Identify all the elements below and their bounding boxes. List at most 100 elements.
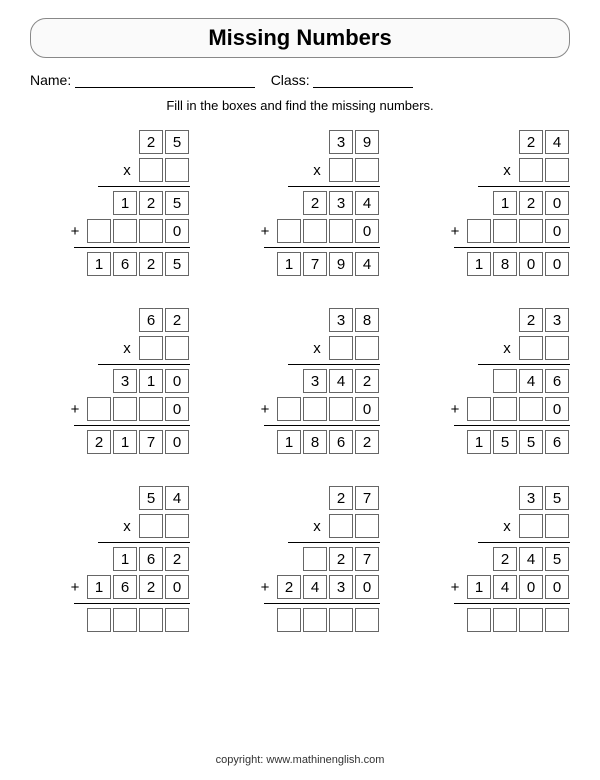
digit-cell[interactable] <box>165 608 189 632</box>
class-label: Class: <box>271 72 310 88</box>
page-title: Missing Numbers <box>30 18 570 58</box>
digit-cell[interactable] <box>113 397 137 421</box>
digit-cell[interactable] <box>303 547 327 571</box>
digit-cell[interactable] <box>355 158 379 182</box>
digit-cell[interactable] <box>165 514 189 538</box>
digit-cell[interactable] <box>329 397 353 421</box>
times-op: x <box>499 340 515 357</box>
digit-cell: 4 <box>303 575 327 599</box>
digit-cell: 6 <box>545 430 569 454</box>
digit-cell[interactable] <box>329 514 353 538</box>
digit-cell: 2 <box>87 430 111 454</box>
plus-op: + <box>67 401 83 418</box>
digit-cell: 9 <box>329 252 353 276</box>
digit-cell[interactable] <box>329 158 353 182</box>
class-field[interactable] <box>313 73 413 88</box>
digit-cell: 2 <box>329 486 353 510</box>
digit-cell[interactable] <box>139 514 163 538</box>
digit-cell[interactable] <box>139 397 163 421</box>
problem: 27x27+2430 <box>220 483 380 635</box>
plus-op: + <box>257 223 273 240</box>
digit-cell: 5 <box>165 252 189 276</box>
digit-cell: 1 <box>139 369 163 393</box>
digit-cell[interactable] <box>545 514 569 538</box>
digit-cell[interactable] <box>139 219 163 243</box>
digit-cell: 4 <box>545 130 569 154</box>
digit-cell[interactable] <box>277 397 301 421</box>
instruction: Fill in the boxes and find the missing n… <box>30 98 570 113</box>
digit-cell: 0 <box>355 575 379 599</box>
digit-cell[interactable] <box>467 397 491 421</box>
plus-op: + <box>447 223 463 240</box>
digit-cell[interactable] <box>113 608 137 632</box>
digit-cell[interactable] <box>545 336 569 360</box>
digit-cell: 6 <box>139 308 163 332</box>
digit-cell: 0 <box>165 219 189 243</box>
digit-cell[interactable] <box>303 397 327 421</box>
meta-row: Name: Class: <box>30 72 570 88</box>
digit-cell[interactable] <box>139 158 163 182</box>
digit-cell: 0 <box>545 219 569 243</box>
digit-cell: 1 <box>467 575 491 599</box>
plus-op: + <box>257 401 273 418</box>
digit-cell: 6 <box>139 547 163 571</box>
digit-cell[interactable] <box>87 219 111 243</box>
times-op: x <box>119 340 135 357</box>
digit-cell[interactable] <box>87 397 111 421</box>
problem: 23x46+01556 <box>410 305 570 457</box>
digit-cell: 5 <box>139 486 163 510</box>
digit-cell[interactable] <box>165 158 189 182</box>
digit-cell[interactable] <box>355 514 379 538</box>
digit-cell[interactable] <box>545 608 569 632</box>
digit-cell[interactable] <box>519 608 543 632</box>
plus-op: + <box>67 579 83 596</box>
digit-cell[interactable] <box>277 219 301 243</box>
digit-cell[interactable] <box>493 369 517 393</box>
digit-cell[interactable] <box>519 158 543 182</box>
digit-cell[interactable] <box>139 608 163 632</box>
digit-cell: 2 <box>139 191 163 215</box>
digit-cell: 0 <box>165 397 189 421</box>
digit-cell[interactable] <box>545 158 569 182</box>
digit-cell: 5 <box>545 486 569 510</box>
times-op: x <box>309 518 325 535</box>
digit-cell[interactable] <box>303 608 327 632</box>
digit-cell: 8 <box>493 252 517 276</box>
digit-cell: 3 <box>329 191 353 215</box>
digit-cell[interactable] <box>303 219 327 243</box>
digit-cell[interactable] <box>493 397 517 421</box>
digit-cell: 7 <box>139 430 163 454</box>
digit-cell[interactable] <box>329 219 353 243</box>
digit-cell: 2 <box>519 191 543 215</box>
digit-cell: 2 <box>277 575 301 599</box>
digit-cell[interactable] <box>113 219 137 243</box>
digit-cell[interactable] <box>493 219 517 243</box>
problem-grid: 25x125+0162539x234+0179424x120+0180062x3… <box>30 127 570 635</box>
digit-cell[interactable] <box>355 336 379 360</box>
digit-cell[interactable] <box>467 219 491 243</box>
digit-cell[interactable] <box>277 608 301 632</box>
digit-cell: 6 <box>329 430 353 454</box>
digit-cell: 4 <box>519 369 543 393</box>
digit-cell[interactable] <box>329 336 353 360</box>
digit-cell: 3 <box>329 308 353 332</box>
digit-cell[interactable] <box>329 608 353 632</box>
digit-cell[interactable] <box>87 608 111 632</box>
times-op: x <box>119 518 135 535</box>
digit-cell[interactable] <box>139 336 163 360</box>
digit-cell[interactable] <box>467 608 491 632</box>
digit-cell[interactable] <box>355 608 379 632</box>
digit-cell: 1 <box>493 191 517 215</box>
digit-cell[interactable] <box>519 336 543 360</box>
digit-cell[interactable] <box>493 608 517 632</box>
digit-cell[interactable] <box>165 336 189 360</box>
digit-cell: 6 <box>113 252 137 276</box>
digit-cell: 5 <box>165 130 189 154</box>
digit-cell[interactable] <box>519 397 543 421</box>
plus-op: + <box>447 401 463 418</box>
name-field[interactable] <box>75 73 255 88</box>
digit-cell[interactable] <box>519 514 543 538</box>
times-op: x <box>119 162 135 179</box>
digit-cell[interactable] <box>519 219 543 243</box>
digit-cell: 7 <box>303 252 327 276</box>
